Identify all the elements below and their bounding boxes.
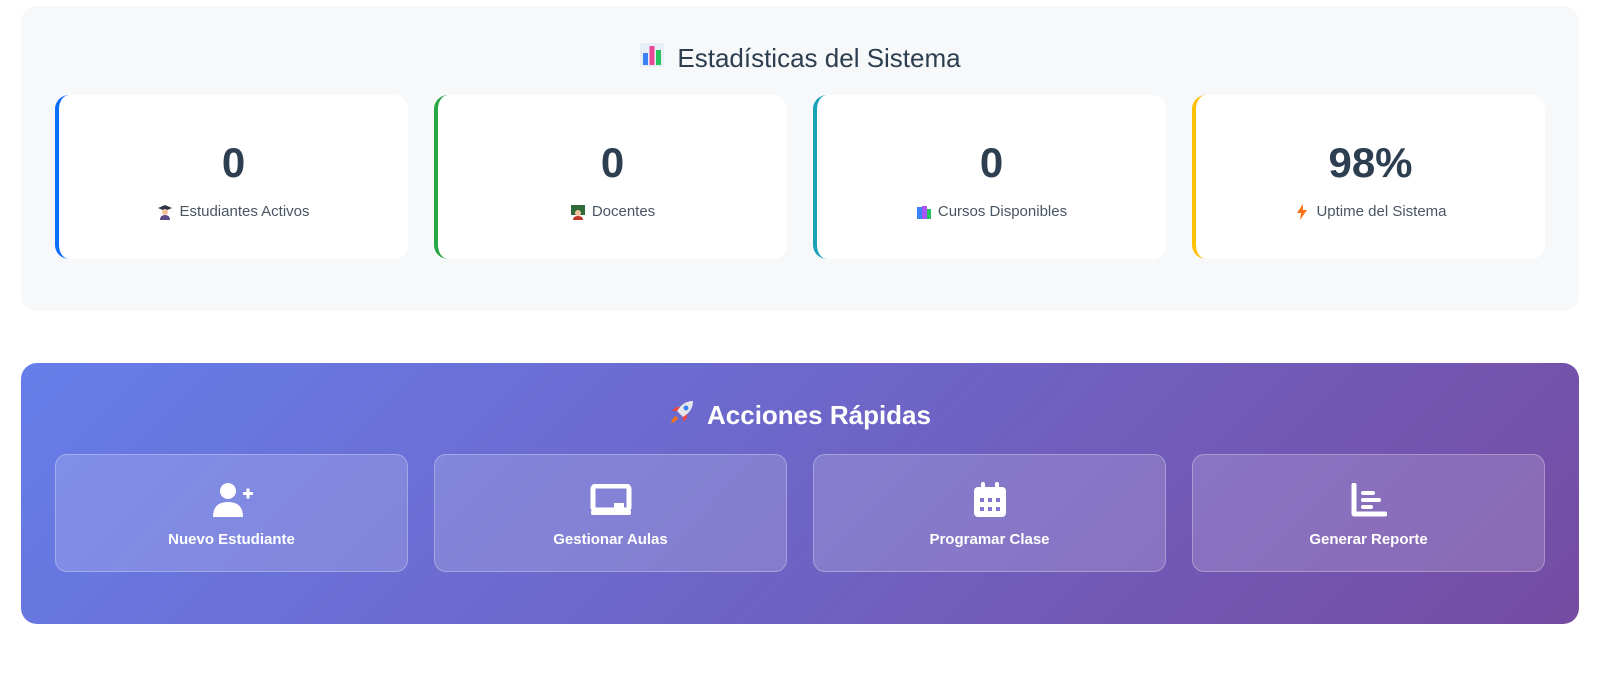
- stat-label: Docentes: [570, 203, 655, 220]
- schedule-class-button[interactable]: Programar Clase: [813, 454, 1166, 572]
- action-label: Nuevo Estudiante: [168, 531, 295, 548]
- stat-value: 0: [600, 139, 625, 186]
- stat-value: 98%: [1328, 139, 1413, 186]
- user-plus-icon: [211, 481, 253, 519]
- action-label: Programar Clase: [929, 531, 1050, 548]
- actions-title: Acciones Rápidas: [21, 399, 1579, 432]
- stat-label-text: Estudiantes Activos: [179, 203, 310, 220]
- rocket-icon: [669, 399, 695, 432]
- new-student-button[interactable]: Nuevo Estudiante: [55, 454, 408, 572]
- actions-title-text: Acciones Rápidas: [707, 400, 931, 430]
- stat-card-courses: 0 Cursos Disponibles: [813, 95, 1166, 259]
- generate-report-button[interactable]: Generar Reporte: [1192, 454, 1545, 572]
- stat-card-teachers: 0 Docentes: [434, 95, 787, 259]
- bar-chart-icon: [639, 42, 665, 75]
- action-label: Generar Reporte: [1309, 531, 1428, 548]
- stats-title: Estadísticas del Sistema: [21, 42, 1579, 75]
- action-cards: Nuevo Estudiante Gestionar Aulas Program…: [55, 454, 1545, 572]
- quick-actions-section: Acciones Rápidas Nuevo Estudiante Gestio…: [21, 363, 1579, 624]
- action-label: Gestionar Aulas: [553, 531, 668, 548]
- stat-label-text: Uptime del Sistema: [1316, 203, 1447, 220]
- stat-card-students: 0 Estudiantes Activos: [55, 95, 408, 259]
- stat-label: Estudiantes Activos: [157, 203, 310, 220]
- stat-label: Uptime del Sistema: [1294, 203, 1447, 220]
- manage-classrooms-button[interactable]: Gestionar Aulas: [434, 454, 787, 572]
- stats-section: Estadísticas del Sistema 0 Estudiantes A…: [21, 6, 1579, 311]
- teacher-icon: [570, 204, 586, 220]
- stat-label: Cursos Disponibles: [916, 203, 1067, 220]
- chart-report-icon: [1348, 481, 1390, 519]
- books-icon: [916, 204, 932, 220]
- stat-cards: 0 Estudiantes Activos 0 Docentes 0 Curso…: [55, 95, 1545, 259]
- stat-value: 0: [979, 139, 1004, 186]
- chalkboard-icon: [590, 481, 632, 519]
- stat-label-text: Docentes: [591, 203, 656, 220]
- calendar-icon: [969, 481, 1011, 519]
- stat-label-text: Cursos Disponibles: [937, 203, 1068, 220]
- lightning-icon: [1294, 203, 1310, 220]
- stat-card-uptime: 98% Uptime del Sistema: [1192, 95, 1545, 259]
- stats-title-text: Estadísticas del Sistema: [677, 43, 961, 73]
- graduate-icon: [157, 204, 173, 220]
- stat-value: 0: [221, 139, 246, 186]
